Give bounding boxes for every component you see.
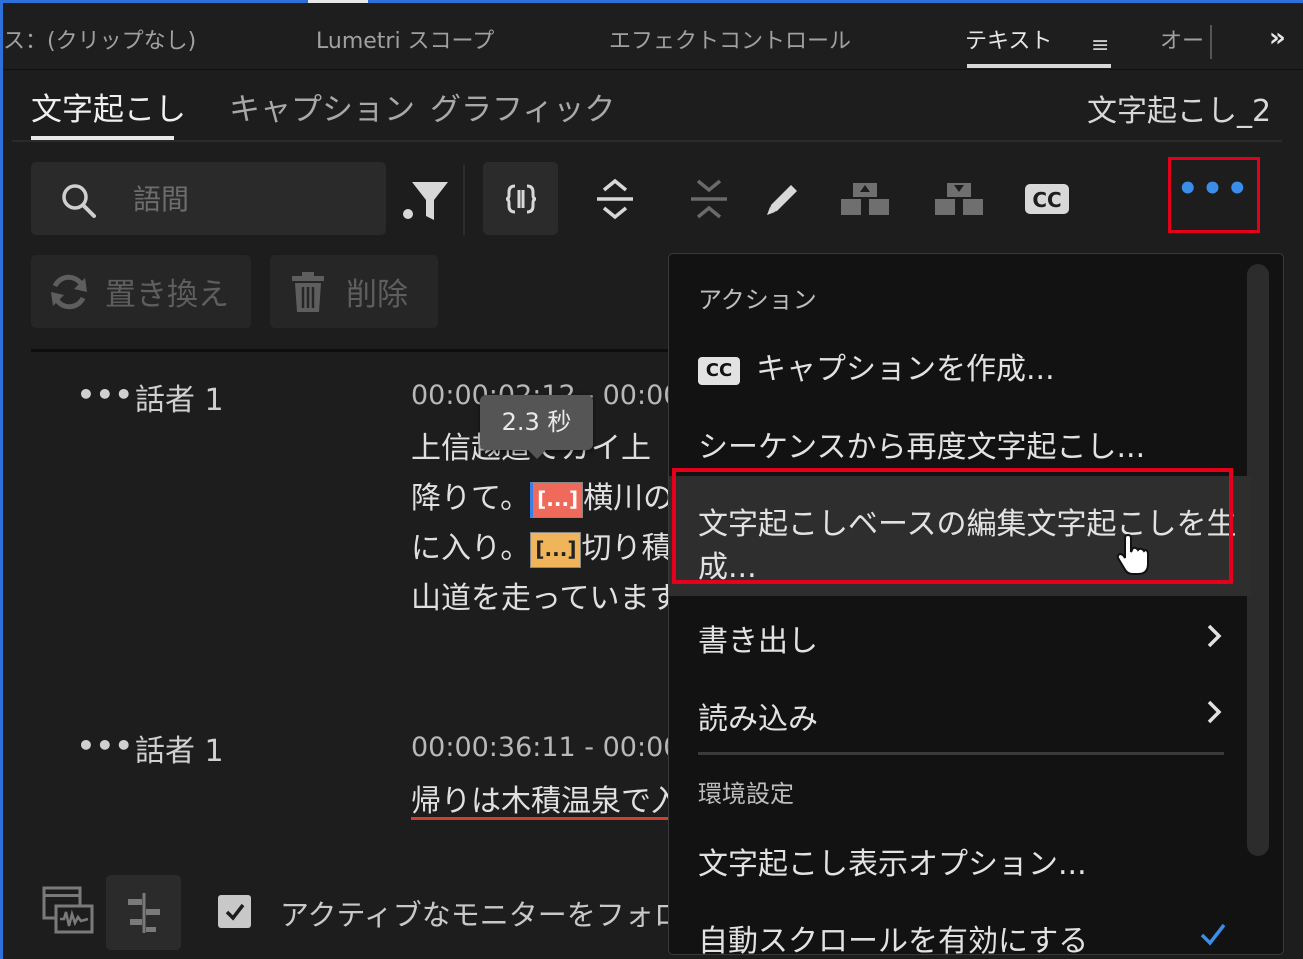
tab-text[interactable]: テキスト <box>965 23 1052 55</box>
cc-button[interactable]: CC <box>1020 170 1074 228</box>
edit-button[interactable] <box>756 170 810 228</box>
align-segments-button[interactable] <box>106 875 181 950</box>
menu-item-autoscroll[interactable]: 自動スクロールを有効にする <box>698 916 1088 954</box>
cc-icon: CC <box>1025 184 1069 214</box>
menu-item-label: キャプションを作成... <box>756 352 1055 387</box>
expand-icon <box>597 178 633 220</box>
refresh-icon <box>51 274 87 309</box>
collapse-icon <box>691 179 727 219</box>
more-dots-icon: ••• <box>1176 169 1252 209</box>
align-icon <box>127 892 160 933</box>
hand-cursor-icon <box>1116 534 1149 575</box>
panel-menu-icon[interactable]: ≡ <box>1091 33 1109 58</box>
menu-item-import[interactable]: 読み込み <box>698 694 818 738</box>
delete-label: 削除 <box>346 277 408 313</box>
merge-segment-button[interactable] <box>932 170 986 228</box>
tab-text-underline <box>967 64 1111 68</box>
expand-segments-button[interactable] <box>588 170 642 228</box>
transcript-top-border <box>31 349 671 352</box>
split-segment-icon <box>841 183 889 215</box>
menu-section-actions: アクション <box>698 286 817 314</box>
overflow-tabs-icon[interactable]: » <box>1269 23 1286 53</box>
filter-button[interactable] <box>398 170 452 228</box>
speaker-label[interactable]: 話者 1 <box>135 726 224 770</box>
autoscroll-check-icon <box>1200 923 1226 946</box>
menu-item-create-captions[interactable]: CC キャプションを作成... <box>698 344 1055 388</box>
more-options-menu: アクション CC キャプションを作成... シーケンスから再度文字起こし... 文… <box>668 253 1284 955</box>
more-options-button[interactable]: ••• <box>1168 157 1260 233</box>
split-segment-button[interactable] <box>838 170 892 228</box>
menu-item-display-options[interactable]: 文字起こし表示オプション... <box>698 839 1087 883</box>
panel-tab-bar: ス：(クリップなし) Lumetri スコープ エフェクトコントロール テキスト… <box>3 3 1303 70</box>
transcript-text: に入り。 <box>411 531 531 566</box>
svg-text:CC: CC <box>1032 188 1061 212</box>
follow-monitor-checkbox[interactable] <box>218 895 251 928</box>
tab-audio[interactable]: オー <box>1160 23 1204 55</box>
speaker-label[interactable]: 話者 1 <box>135 375 224 419</box>
transcript-line[interactable]: 降りて。 [...] 横川の町 <box>411 473 703 518</box>
tab-source[interactable]: ス：(クリップなし) <box>3 23 196 55</box>
collapse-segments-button[interactable] <box>682 170 736 228</box>
filter-icon <box>403 182 448 220</box>
merge-segments-button[interactable] <box>483 162 558 235</box>
transcript-text: 降りて。 <box>411 481 531 516</box>
sequence-name: 文字起こし_2 <box>1087 94 1272 129</box>
subtab-divider <box>12 140 1282 142</box>
speaker-menu-icon[interactable]: ••• <box>77 378 134 411</box>
cc-icon: CC <box>698 356 740 385</box>
film-waveform-icon <box>42 886 94 934</box>
transcript-line[interactable]: 帰りは木積温泉で入 <box>411 776 681 820</box>
follow-monitor-label: アクティブなモニターをフォロー <box>280 898 712 932</box>
toolbar-divider <box>463 165 465 235</box>
menu-item-export[interactable]: 書き出し <box>698 616 818 660</box>
tab-effect-controls[interactable]: エフェクトコントロール <box>609 23 851 55</box>
menu-item-retranscribe[interactable]: シーケンスから再度文字起こし... <box>698 422 1145 466</box>
menu-divider <box>698 752 1224 755</box>
transcript-line[interactable]: に入り。 [...] 切り積み <box>411 523 701 568</box>
search-field[interactable] <box>31 162 386 235</box>
transcript-line[interactable]: 山道を走っています。 <box>411 573 707 617</box>
subtab-captions[interactable]: キャプション <box>229 84 415 129</box>
checkmark-icon <box>225 903 244 921</box>
replace-label: 置き換え <box>105 277 229 313</box>
chevron-right-icon <box>1207 700 1222 724</box>
tab-divider <box>1210 25 1212 59</box>
pause-marker[interactable]: [...] <box>530 531 582 568</box>
scene-detect-button[interactable] <box>42 886 94 938</box>
pause-duration-tooltip: 2.3 秒 <box>480 395 593 459</box>
brackets-icon <box>505 184 536 213</box>
trash-icon <box>292 271 324 312</box>
speaker-menu-icon[interactable]: ••• <box>77 729 134 762</box>
chevron-right-icon <box>1207 624 1222 648</box>
replace-button[interactable]: 置き換え <box>31 255 251 328</box>
segment-timecode: 00:00:36:11 - 00:00: <box>411 732 690 763</box>
subtab-graphics[interactable]: グラフィック <box>430 84 615 129</box>
search-input[interactable] <box>131 179 375 219</box>
pause-marker[interactable]: [...] <box>530 481 584 518</box>
merge-segment-icon <box>935 183 983 215</box>
pencil-icon <box>767 185 797 215</box>
subtab-transcript[interactable]: 文字起こし <box>31 84 186 129</box>
delete-button[interactable]: 削除 <box>270 255 438 328</box>
tab-lumetri-scopes[interactable]: Lumetri スコープ <box>316 23 494 55</box>
menu-section-preferences: 環境設定 <box>698 780 794 808</box>
search-icon <box>62 184 96 218</box>
